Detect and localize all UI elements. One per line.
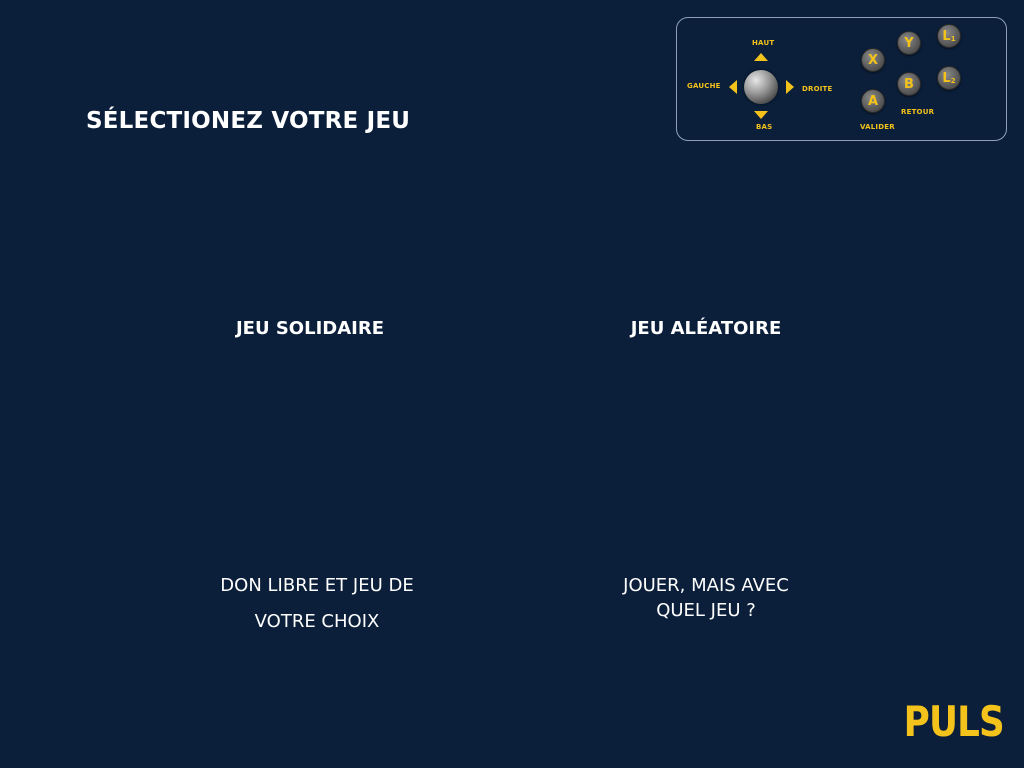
arrow-right-icon bbox=[786, 80, 794, 94]
page-title: SÉLECTIONEZ VOTRE JEU bbox=[86, 108, 411, 134]
option-solidaire-title[interactable]: JEU SOLIDAIRE bbox=[210, 318, 410, 339]
arrow-down-icon bbox=[754, 111, 768, 119]
right-label: DROITE bbox=[802, 85, 833, 93]
l1-button-icon: L1 bbox=[937, 24, 961, 48]
option-solidaire-desc-line1: DON LIBRE ET JEU DE bbox=[220, 575, 414, 596]
y-button-label: Y bbox=[904, 35, 914, 51]
option-aleatoire-desc-line1: JOUER, MAIS AVEC bbox=[623, 575, 789, 596]
x-button-label: X bbox=[867, 52, 879, 68]
l2-button-sub: 2 bbox=[950, 77, 956, 85]
controls-legend-panel: HAUT BAS GAUCHE DROITE X Y L1 B L2 A RET… bbox=[676, 17, 1007, 141]
l1-button-label: L bbox=[942, 28, 951, 44]
l1-button-sub: 1 bbox=[950, 35, 956, 43]
back-label: RETOUR bbox=[901, 108, 935, 116]
l2-button-label: L bbox=[942, 70, 951, 86]
x-button-icon: X bbox=[861, 48, 885, 72]
arrow-left-icon bbox=[729, 80, 737, 94]
option-aleatoire-desc-line2: QUEL JEU ? bbox=[656, 600, 756, 621]
down-label: BAS bbox=[756, 123, 773, 131]
option-aleatoire-title[interactable]: JEU ALÉATOIRE bbox=[606, 318, 806, 339]
b-button-icon: B bbox=[897, 72, 921, 96]
a-button-icon: A bbox=[861, 89, 885, 113]
b-button-label: B bbox=[904, 76, 914, 92]
puls-logo: PULS bbox=[903, 697, 1005, 746]
l2-button-icon: L2 bbox=[937, 66, 961, 90]
up-label: HAUT bbox=[752, 39, 775, 47]
left-label: GAUCHE bbox=[687, 82, 721, 90]
validate-label: VALIDER bbox=[860, 123, 895, 131]
arrow-up-icon bbox=[754, 53, 768, 61]
game-select-screen: SÉLECTIONEZ VOTRE JEU HAUT BAS GAUCHE DR… bbox=[0, 0, 1024, 768]
option-solidaire-desc-line2: VOTRE CHOIX bbox=[254, 611, 380, 632]
a-button-label: A bbox=[867, 93, 879, 109]
y-button-icon: Y bbox=[897, 31, 921, 55]
joystick-icon bbox=[744, 70, 778, 104]
